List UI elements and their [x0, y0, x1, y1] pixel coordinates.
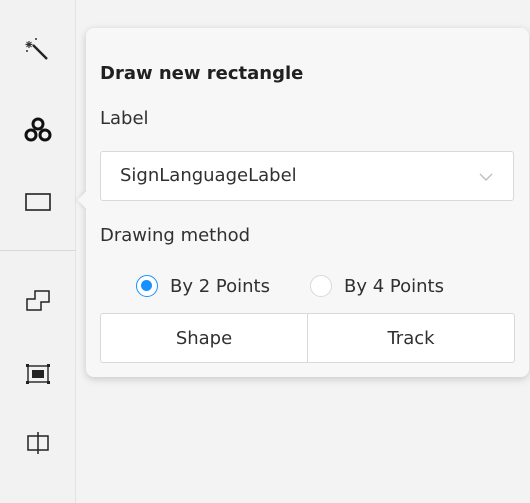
- rectangle-tool[interactable]: [14, 178, 62, 226]
- polygon-icon: [26, 290, 50, 311]
- rectangle-icon: [25, 193, 51, 211]
- draw-rectangle-popover: Draw new rectangle Label SignLanguageLab…: [77, 28, 529, 377]
- radio-button-checked[interactable]: [136, 275, 158, 297]
- magic-wand-tool[interactable]: [14, 26, 62, 74]
- annotation-workspace: Draw new rectangle Label SignLanguageLab…: [0, 0, 530, 503]
- cursor-tracking-icon: [24, 117, 52, 142]
- radio-label: By 2 Points: [170, 275, 270, 297]
- radio-by-4-points[interactable]: By 4 Points: [310, 273, 444, 299]
- popover-arrow: [77, 191, 95, 209]
- label-select[interactable]: SignLanguageLabel: [100, 151, 514, 201]
- chevron-down-icon: [479, 173, 493, 181]
- label-select-value: SignLanguageLabel: [120, 165, 297, 186]
- radio-label: By 4 Points: [344, 275, 444, 297]
- split-tool[interactable]: [14, 419, 62, 467]
- popover-title: Draw new rectangle: [100, 63, 304, 84]
- controls-sidebar: [0, 0, 76, 503]
- radio-by-2-points[interactable]: By 2 Points: [136, 273, 270, 299]
- magic-wand-icon: [25, 38, 48, 60]
- drawing-method-heading: Drawing method: [100, 225, 251, 246]
- image-crop-tool[interactable]: [14, 350, 62, 398]
- shape-button[interactable]: Shape: [100, 313, 308, 363]
- label-heading: Label: [100, 108, 149, 129]
- split-icon: [27, 432, 49, 454]
- radio-button[interactable]: [310, 275, 332, 297]
- track-button[interactable]: Track: [307, 313, 515, 363]
- polygon-tool[interactable]: [14, 276, 62, 324]
- tracking-tool[interactable]: [14, 106, 62, 154]
- image-crop-icon: [26, 364, 50, 384]
- toolbar-divider: [0, 250, 76, 251]
